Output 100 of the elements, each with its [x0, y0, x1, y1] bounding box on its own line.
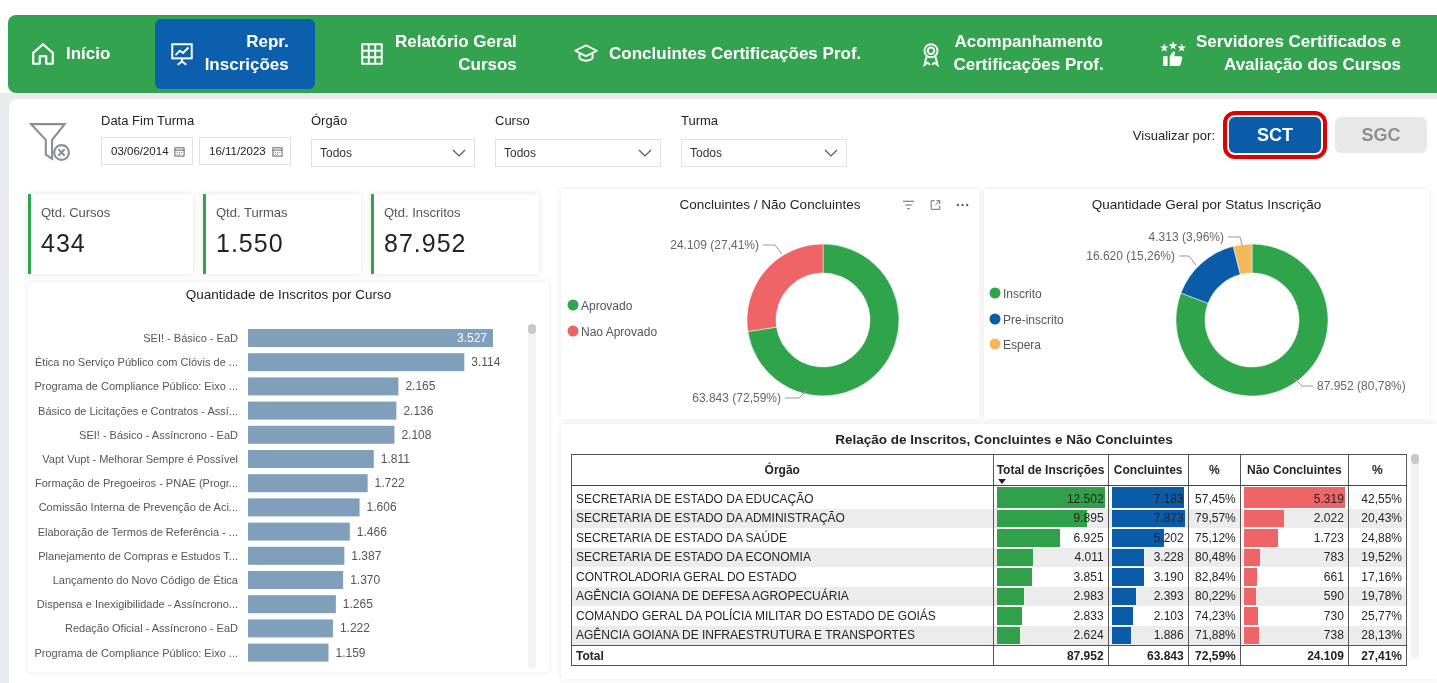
table-cell: 80,22%	[1188, 586, 1241, 606]
data-label: 1.466	[356, 524, 387, 539]
column-header[interactable]: %	[1348, 454, 1407, 486]
table-cell: 2.624	[1073, 628, 1104, 643]
date-field[interactable]: 16/11/2023	[199, 137, 291, 165]
table-cell: 19,52%	[1348, 547, 1407, 567]
data-label: 2.108	[401, 427, 432, 442]
donut-slice[interactable]	[1233, 243, 1253, 275]
scrollbar[interactable]	[1411, 454, 1419, 659]
table-cell: 82,84%	[1188, 567, 1241, 587]
table-cell: 20,43%	[1348, 508, 1407, 528]
table-cell: 5.319	[1313, 491, 1344, 506]
total-cell: 63.843	[1108, 645, 1189, 666]
data-label: 4.313 (3,96%)	[1148, 230, 1224, 244]
axis-label: Redação Oficial - Assíncrono - EaD	[64, 622, 238, 635]
filter-label: Órgão	[311, 113, 349, 129]
table-cell: 7.183	[1153, 491, 1184, 506]
table-cell: 783	[1323, 550, 1344, 565]
kpi-value: 87.952	[384, 229, 468, 258]
bar[interactable]	[248, 498, 360, 517]
more-options-icon[interactable]	[956, 203, 969, 207]
total-cell: Total	[571, 645, 993, 666]
bar[interactable]	[248, 353, 465, 372]
grid-icon	[358, 41, 385, 67]
bar[interactable]	[248, 425, 395, 444]
donut-slice[interactable]	[1180, 246, 1241, 304]
data-label: 3.114	[471, 355, 501, 370]
leader-line	[762, 244, 783, 255]
table-cell: 3.190	[1153, 569, 1184, 584]
nav-tab[interactable]: Repr. Inscrições	[154, 19, 315, 89]
table-cell: 12.502	[1066, 491, 1104, 506]
data-label: 1.387	[351, 548, 382, 563]
bar[interactable]	[248, 401, 397, 420]
table-title: Relação de Inscritos, Concluintes e Não Concluintes	[834, 432, 1174, 447]
column-header[interactable]: Concluintes	[1108, 454, 1189, 486]
table-cell: 71,88%	[1188, 625, 1241, 646]
bar[interactable]	[248, 377, 399, 396]
chart-title: Quantidade Geral por Status Inscrição	[1091, 197, 1322, 214]
axis-label: SEI! - Básico - EaD	[143, 332, 238, 344]
bar[interactable]	[248, 546, 345, 565]
axis-label: Vapt Vupt - Melhorar Sempre é Possível	[42, 453, 238, 465]
calendar-icon	[174, 145, 185, 157]
table-cell: 1.723	[1313, 530, 1344, 545]
column-header[interactable]: %	[1188, 454, 1241, 486]
axis-label: Formação de Pregoeiros - PNAE (Progr...	[35, 477, 238, 490]
filter-lines-icon[interactable]	[902, 199, 915, 211]
bar[interactable]	[248, 474, 368, 493]
presentation-icon	[168, 41, 195, 67]
home-icon	[30, 41, 56, 67]
legend-label: Espera	[1003, 337, 1042, 352]
dropdown[interactable]: Todos	[681, 139, 847, 167]
dropdown[interactable]: Todos	[311, 139, 475, 167]
total-cell: 87.952	[993, 645, 1109, 666]
bar[interactable]	[248, 643, 329, 662]
data-label: 87.952 (80,78%)	[1317, 379, 1406, 393]
table-cell: 661	[1323, 569, 1344, 584]
scrollbar[interactable]	[528, 324, 536, 669]
axis-label: Dispensa e Inexigibilidade - Assíncrono...	[36, 598, 238, 611]
table-cell: SECRETARIA DE ESTADO DA EDUCAÇÃO	[571, 485, 993, 509]
axis-label: Comissão Interna de Prevenção de Aci...	[38, 501, 238, 514]
chevron-down-icon	[452, 149, 466, 157]
data-label: 1.222	[339, 621, 370, 636]
kpi-value: 1.550	[216, 229, 285, 258]
filter-label: Data Fim Turma	[101, 113, 196, 129]
data-label: 1.159	[335, 645, 366, 660]
axis-label: SEI! - Básico - Assíncrono - EaD	[79, 428, 238, 441]
legend-label: Nao Aprovado	[581, 324, 658, 339]
data-label: 3.527	[456, 331, 487, 345]
dropdown[interactable]: Todos	[495, 139, 661, 167]
data-label: 2.136	[403, 403, 434, 418]
chart-title: Concluintes / Não Concluintes	[679, 197, 861, 214]
bar[interactable]	[248, 522, 350, 541]
data-label: 1.722	[374, 476, 405, 491]
axis-label: Elaboração de Termos de Referência - ...	[37, 525, 238, 538]
total-cell: 24.109	[1240, 645, 1349, 666]
axis-label: Ética no Serviço Público com Clóvis de ...	[35, 356, 238, 369]
table-cell: 19,78%	[1348, 586, 1407, 606]
axis-label: Lançamento do Novo Código de Ética	[52, 574, 238, 586]
date-field[interactable]: 03/06/2014	[101, 137, 193, 165]
axis-label: Básico de Licitações e Contratos - Assí...	[38, 404, 238, 417]
column-header[interactable]: Não Concluintes	[1240, 454, 1349, 486]
kpi-label: Qtd. Cursos	[41, 205, 112, 220]
focus-mode-icon[interactable]	[929, 199, 942, 211]
table-cell: COMANDO GERAL DA POLÍCIA MILITAR DO ESTADO DE GOIÁS	[571, 606, 993, 626]
bar[interactable]	[248, 595, 336, 614]
table-cell: 2.103	[1153, 608, 1184, 623]
column-header[interactable]: Total de Inscrições	[993, 454, 1109, 486]
data-label: 1.370	[350, 573, 381, 587]
data-label: 63.843 (72,59%)	[692, 391, 781, 405]
table-cell: 590	[1323, 589, 1344, 604]
bar[interactable]	[248, 329, 493, 347]
leader-line	[1293, 377, 1314, 387]
legend-label: Aprovado	[581, 298, 633, 313]
bar[interactable]	[248, 619, 333, 638]
clear-filter-icon[interactable]	[29, 121, 71, 163]
table-cell: 25,77%	[1348, 606, 1407, 626]
axis-label: Programa de Compliance Público: Eixo ...	[34, 380, 238, 393]
column-header[interactable]: Órgão	[571, 454, 993, 486]
data-label: 24.109 (27,41%)	[670, 238, 759, 252]
data-label: 2.165	[405, 379, 436, 394]
